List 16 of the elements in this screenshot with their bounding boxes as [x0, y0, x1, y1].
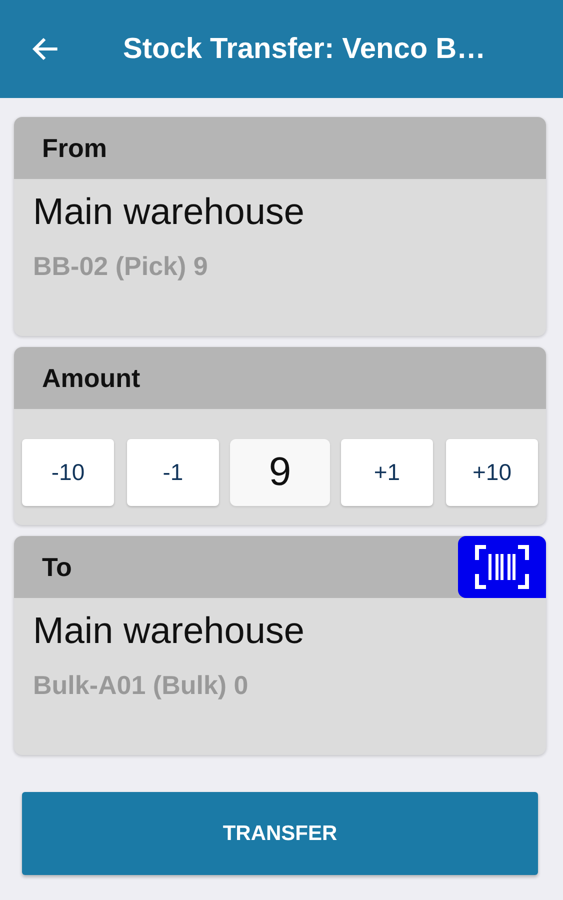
scan-barcode-button[interactable] — [458, 536, 546, 598]
warehouse-name: Main warehouse — [33, 610, 306, 652]
section-heading: From — [42, 132, 107, 164]
step-button[interactable]: -10 — [22, 439, 114, 506]
transfer-button[interactable]: TRANSFER — [22, 792, 538, 875]
warehouse-name: Main warehouse — [33, 191, 306, 233]
screen-title: Stock Transfer: Venco B… — [123, 32, 486, 66]
step-button[interactable]: -1 — [127, 439, 219, 506]
section-heading: To — [42, 552, 72, 582]
step-button[interactable]: +1 — [341, 439, 433, 506]
location-label: Bulk-A01 (Bulk) 0 — [33, 670, 250, 701]
barcode-icon — [474, 544, 530, 590]
section-heading: Amount — [42, 362, 140, 394]
amount-field[interactable]: 9 — [230, 439, 330, 506]
location-label: BB-02 (Pick) 9 — [33, 251, 209, 282]
step-button[interactable]: +10 — [446, 439, 538, 506]
